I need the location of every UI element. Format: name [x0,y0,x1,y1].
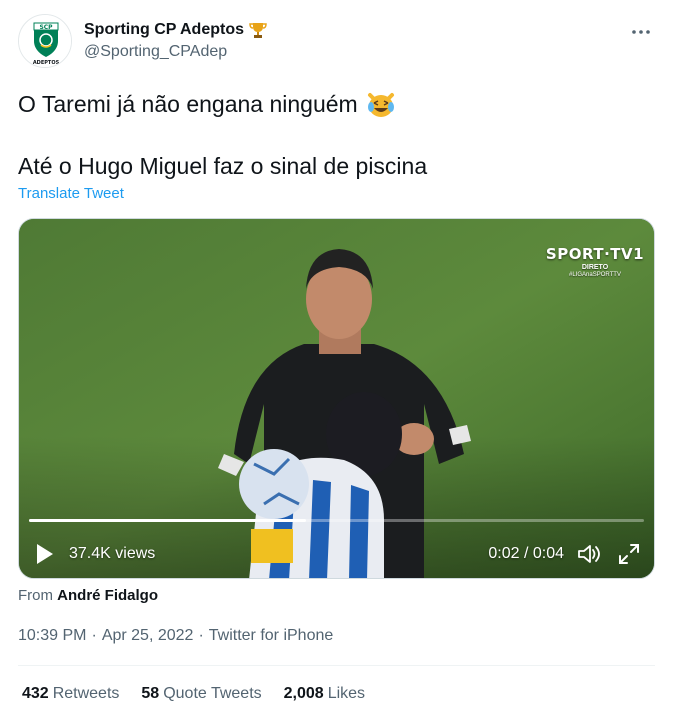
tweet-line-2: Até o Hugo Miguel faz o sinal de piscina [18,150,658,182]
divider [18,665,655,666]
avatar-text-top: SCP [39,24,53,31]
tweet-stats: 432 Retweets 58 Quote Tweets 2,008 Likes [22,685,387,703]
tweet-text: O Taremi já não engana ninguém Até o Hug… [18,88,658,182]
retweets-count: 432 [22,685,49,702]
tweet-meta: 10:39 PM · Apr 25, 2022 · Twitter for iP… [18,627,333,645]
broadcaster-hashtag: #LIGAnaSPORTTV [569,272,621,278]
avatar-text-bottom: ADEPTOS [33,60,60,66]
likes-count: 2,008 [283,685,324,702]
video-progress-fill [29,519,306,522]
sporting-crest-logo: SCP ADEPTOS [19,15,71,67]
attribution-prefix: From [18,587,53,604]
fullscreen-icon[interactable] [616,541,642,567]
play-icon[interactable] [35,543,55,565]
tweet-line-1-text: O Taremi já não engana ninguém [18,91,358,117]
attribution-source-link[interactable]: André Fidalgo [57,587,158,604]
tweet-line-1: O Taremi já não engana ninguém [18,88,658,120]
broadcaster-name: SPORT·TV1 [545,245,645,263]
tweet-date[interactable]: Apr 25, 2022 [102,627,194,645]
translate-tweet-link[interactable]: Translate Tweet [18,185,124,202]
tweet-client[interactable]: Twitter for iPhone [209,627,334,645]
quote-tweets-label: Quote Tweets [163,685,262,702]
view-count: 37.4K views [69,545,156,562]
video-attribution: From André Fidalgo [18,587,158,604]
tweet-time[interactable]: 10:39 PM [18,627,86,645]
user-handle[interactable]: @Sporting_CPAdep [84,43,227,61]
meta-separator: · [91,627,97,644]
trophy-icon [248,20,268,40]
quote-tweets-stat[interactable]: 58 Quote Tweets [141,685,261,703]
likes-label: Likes [327,685,366,702]
likes-stat[interactable]: 2,008 Likes [284,685,365,703]
tweet-line-2-text: Até o Hugo Miguel faz o sinal de piscina [18,153,428,179]
video-player[interactable]: SPORT·TV1 DIRETO #LIGAnaSPORTTV 37.4K vi… [18,218,655,579]
more-horizontal-icon[interactable] [629,20,653,44]
laughing-crying-cat-emoji-icon [366,89,396,119]
avatar[interactable]: SCP ADEPTOS [18,14,72,68]
broadcaster-logo: SPORT·TV1 DIRETO #LIGAnaSPORTTV [540,245,650,278]
name-row: Sporting CP Adeptos [84,20,268,40]
meta-separator: · [198,627,204,644]
retweets-stat[interactable]: 432 Retweets [22,685,119,703]
video-time: 0:02 / 0:04 [488,545,564,562]
tweet-header: SCP ADEPTOS Sporting CP Adeptos @Sportin… [18,14,663,70]
display-name[interactable]: Sporting CP Adeptos [84,21,244,39]
video-progress-bar[interactable] [29,519,644,522]
quote-tweets-count: 58 [141,685,160,702]
volume-icon[interactable] [576,541,602,567]
video-controls: 37.4K views 0:02 / 0:04 [19,535,654,575]
live-label: DIRETO [581,264,609,271]
retweets-label: Retweets [52,685,120,702]
